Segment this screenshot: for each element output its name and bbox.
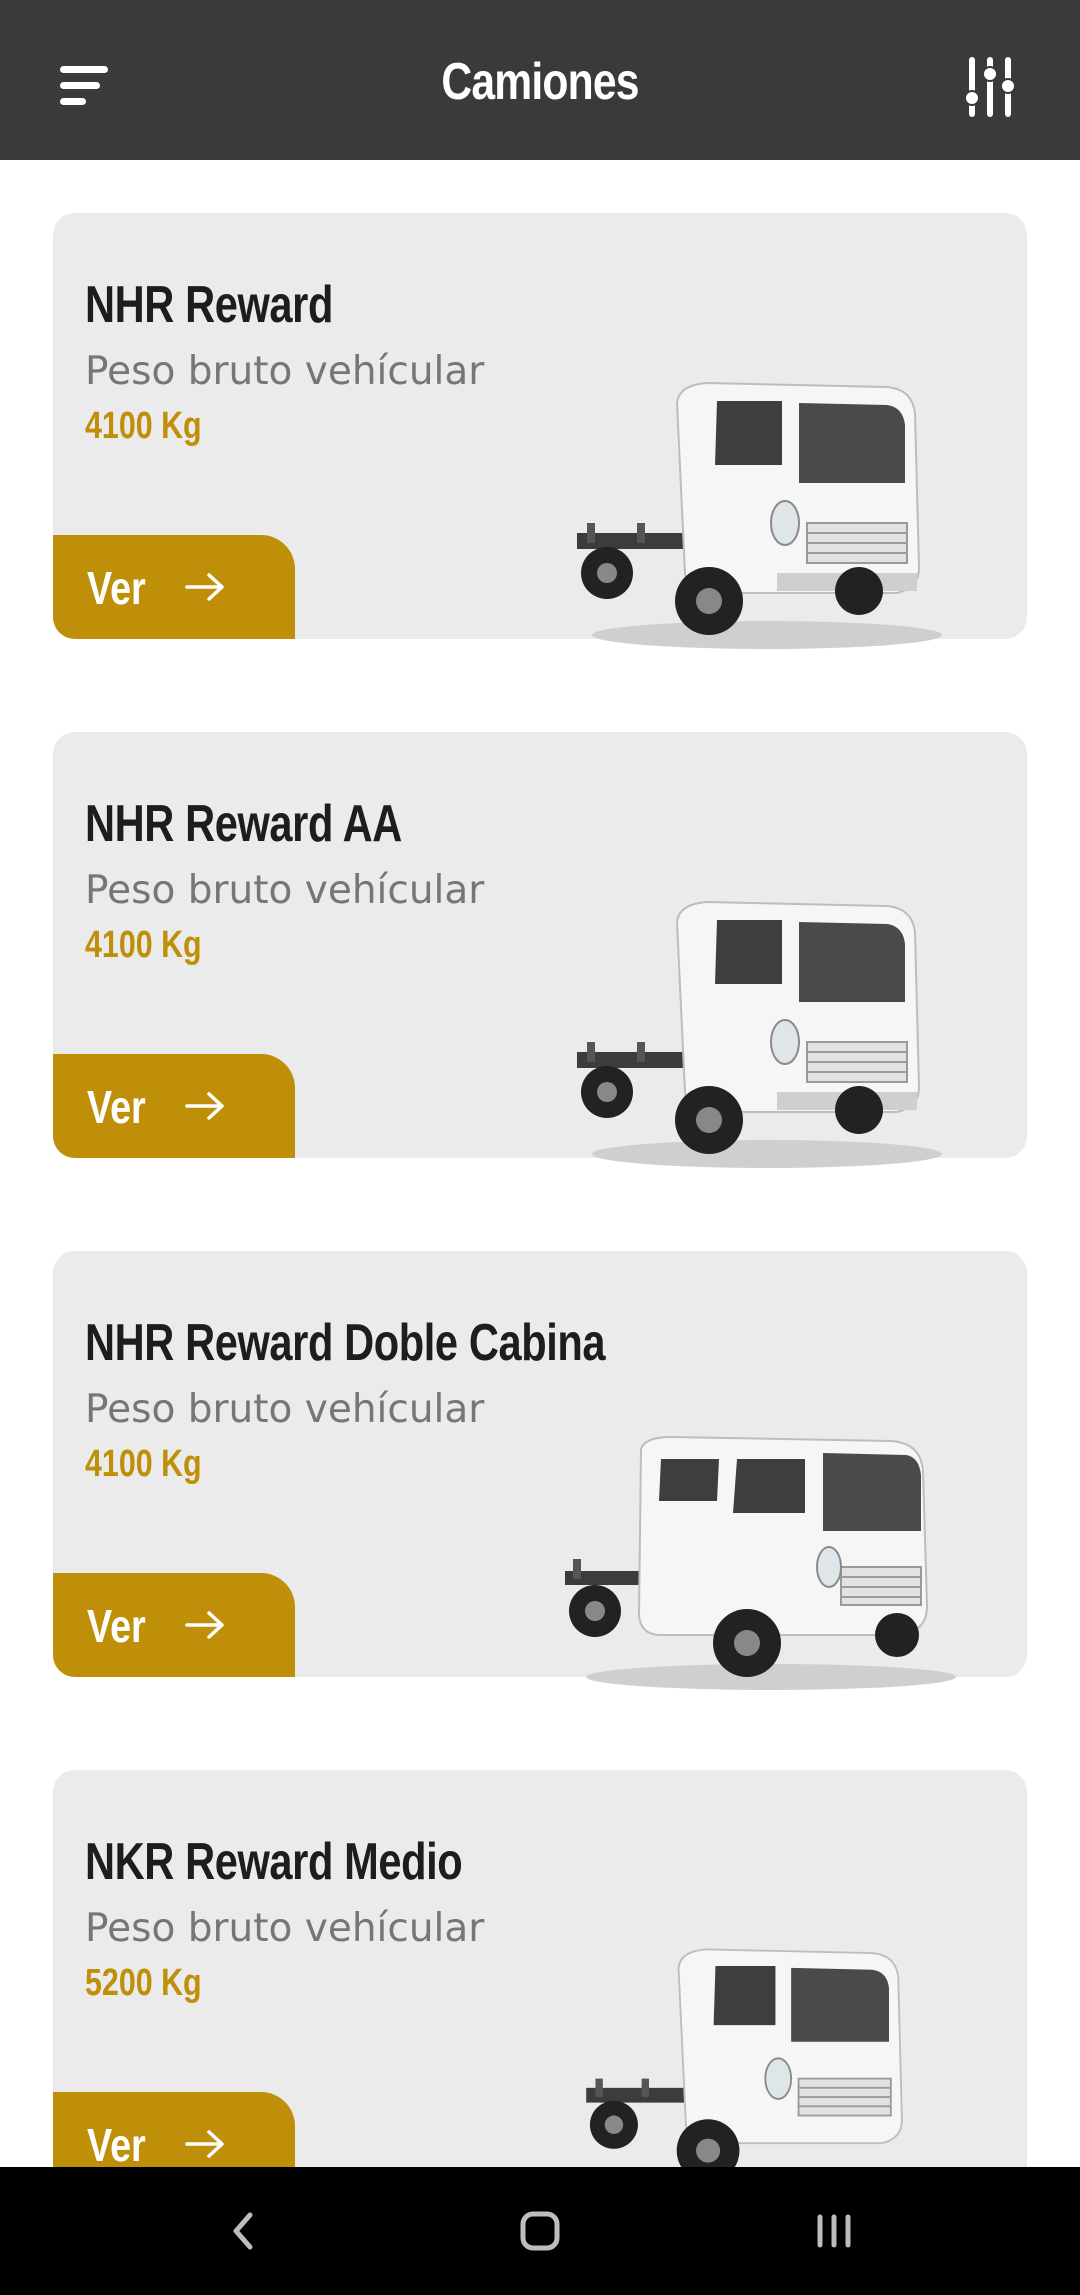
view-button[interactable]: Ver bbox=[53, 1573, 295, 1677]
weight-value: 4100 Kg bbox=[85, 1443, 202, 1485]
single-cab-truck-image bbox=[567, 373, 957, 663]
truck-name: NHR Reward AA bbox=[85, 795, 402, 853]
app-bar: Camiones bbox=[0, 0, 1080, 160]
single-cab-truck-image bbox=[567, 892, 957, 1182]
sliders-icon bbox=[964, 57, 1016, 117]
truck-name: NHR Reward Doble Cabina bbox=[85, 1314, 606, 1372]
double-cab-truck-image bbox=[561, 1431, 971, 1721]
arrow-right-icon bbox=[185, 2130, 224, 2158]
view-button-label: Ver bbox=[87, 1600, 146, 1652]
weight-label: Peso bruto vehícular bbox=[85, 1387, 485, 1432]
home-icon bbox=[520, 2211, 560, 2251]
back-button[interactable] bbox=[214, 2201, 274, 2261]
truck-card[interactable]: NHR Reward Peso bruto vehícular 4100 Kg bbox=[53, 213, 1027, 649]
weight-label: Peso bruto vehícular bbox=[85, 1906, 485, 1951]
view-button-label: Ver bbox=[87, 1081, 146, 1133]
home-button[interactable] bbox=[510, 2201, 570, 2261]
view-button-label: Ver bbox=[87, 2119, 146, 2167]
recents-icon bbox=[817, 2214, 851, 2248]
arrow-right-icon bbox=[185, 1092, 224, 1120]
view-button-label: Ver bbox=[87, 562, 146, 614]
recents-button[interactable] bbox=[804, 2201, 864, 2261]
view-button[interactable]: Ver bbox=[53, 2092, 295, 2167]
weight-value: 4100 Kg bbox=[85, 924, 202, 966]
weight-label: Peso bruto vehícular bbox=[85, 349, 485, 394]
truck-name: NHR Reward bbox=[85, 276, 333, 334]
weight-label: Peso bruto vehícular bbox=[85, 868, 485, 913]
view-button[interactable]: Ver bbox=[53, 535, 295, 639]
truck-card[interactable]: NHR Reward Doble Cabina Peso bruto vehíc… bbox=[53, 1251, 1027, 1690]
arrow-right-icon bbox=[185, 1611, 224, 1639]
page-title: Camiones bbox=[441, 53, 639, 111]
truck-list: NHR Reward Peso bruto vehícular 4100 Kg bbox=[0, 160, 1080, 2167]
single-cab-truck-image bbox=[577, 1940, 937, 2167]
filter-button[interactable] bbox=[958, 52, 1030, 124]
truck-name: NKR Reward Medio bbox=[85, 1833, 463, 1891]
weight-value: 4100 Kg bbox=[85, 405, 202, 447]
weight-value: 5200 Kg bbox=[85, 1962, 202, 2004]
back-icon bbox=[233, 2212, 253, 2250]
truck-card[interactable]: NKR Reward Medio Peso bruto vehícular 52… bbox=[53, 1770, 1027, 2167]
arrow-right-icon bbox=[185, 573, 224, 601]
view-button[interactable]: Ver bbox=[53, 1054, 295, 1158]
system-nav-bar bbox=[0, 2167, 1080, 2295]
truck-card[interactable]: NHR Reward AA Peso bruto vehícular 4100 … bbox=[53, 732, 1027, 1168]
